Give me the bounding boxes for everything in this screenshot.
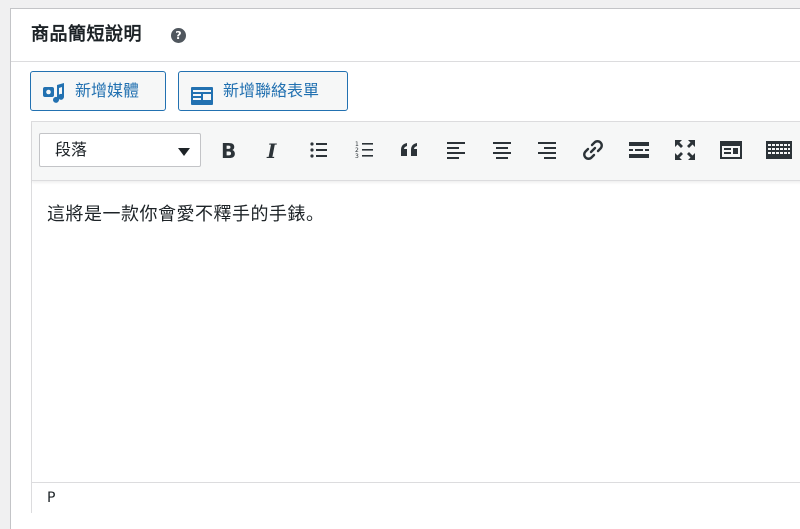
align-left-icon (447, 142, 465, 159)
numbered-list-icon: 1 2 3 (355, 141, 373, 160)
rich-text-editor: 段落 B I 1 2 3 這將是一款你會愛不釋手的手錶。 P (31, 121, 800, 514)
short-description-panel: 商品簡短說明 ? 新增媒體 新增聯絡表單 段落 B I 1 2 3 這將是一款你… (10, 8, 800, 529)
bold-button[interactable]: B (213, 135, 243, 165)
add-contact-form-label: 新增聯絡表單 (223, 81, 320, 100)
fullscreen-button[interactable] (670, 135, 700, 165)
format-select-value: 段落 (55, 140, 88, 159)
toolbar-toggle-button[interactable] (716, 135, 746, 165)
bullet-list-button[interactable] (304, 135, 334, 165)
panel-header: 商品簡短說明 ? (11, 9, 800, 62)
numbered-list-button[interactable]: 1 2 3 (350, 135, 380, 165)
media-icon (42, 81, 66, 119)
align-right-button[interactable] (532, 135, 562, 165)
italic-button[interactable]: I (258, 135, 288, 165)
italic-icon: I (266, 139, 277, 162)
align-left-button[interactable] (441, 135, 471, 165)
editor-toolbar: 段落 B I 1 2 3 (32, 122, 800, 181)
svg-text:B: B (221, 139, 236, 162)
svg-text:3: 3 (355, 153, 359, 160)
editor-content-text[interactable]: 這將是一款你會愛不釋手的手錶。 (47, 203, 325, 227)
align-right-icon (538, 142, 556, 159)
editor-statusbar: P (32, 482, 800, 514)
editor-content-area[interactable]: 這將是一款你會愛不釋手的手錶。 (32, 181, 800, 481)
add-media-button[interactable]: 新增媒體 (30, 71, 166, 111)
link-icon (583, 140, 603, 160)
align-center-button[interactable] (487, 135, 517, 165)
keyboard-icon (766, 141, 792, 159)
element-path[interactable]: P (47, 490, 55, 506)
align-center-icon (493, 142, 511, 159)
svg-text:I: I (266, 139, 277, 162)
question-circle-icon[interactable]: ? (171, 28, 186, 43)
add-contact-form-button[interactable]: 新增聯絡表單 (178, 71, 348, 111)
add-media-label: 新增媒體 (75, 81, 140, 100)
paragraph-format-select[interactable]: 段落 (39, 133, 201, 167)
read-more-icon (629, 142, 649, 158)
form-icon (190, 82, 214, 120)
panel-title: 商品簡短說明 (31, 24, 142, 45)
insert-link-button[interactable] (578, 135, 608, 165)
chevron-down-icon (178, 148, 190, 156)
bullet-list-icon (310, 142, 327, 158)
toolbar-toggle-icon (720, 141, 742, 159)
read-more-button[interactable] (624, 135, 654, 165)
fullscreen-icon (675, 140, 695, 160)
keyboard-button[interactable] (762, 135, 792, 165)
blockquote-button[interactable] (395, 135, 425, 165)
bold-icon: B (221, 139, 236, 162)
blockquote-icon (401, 143, 417, 156)
